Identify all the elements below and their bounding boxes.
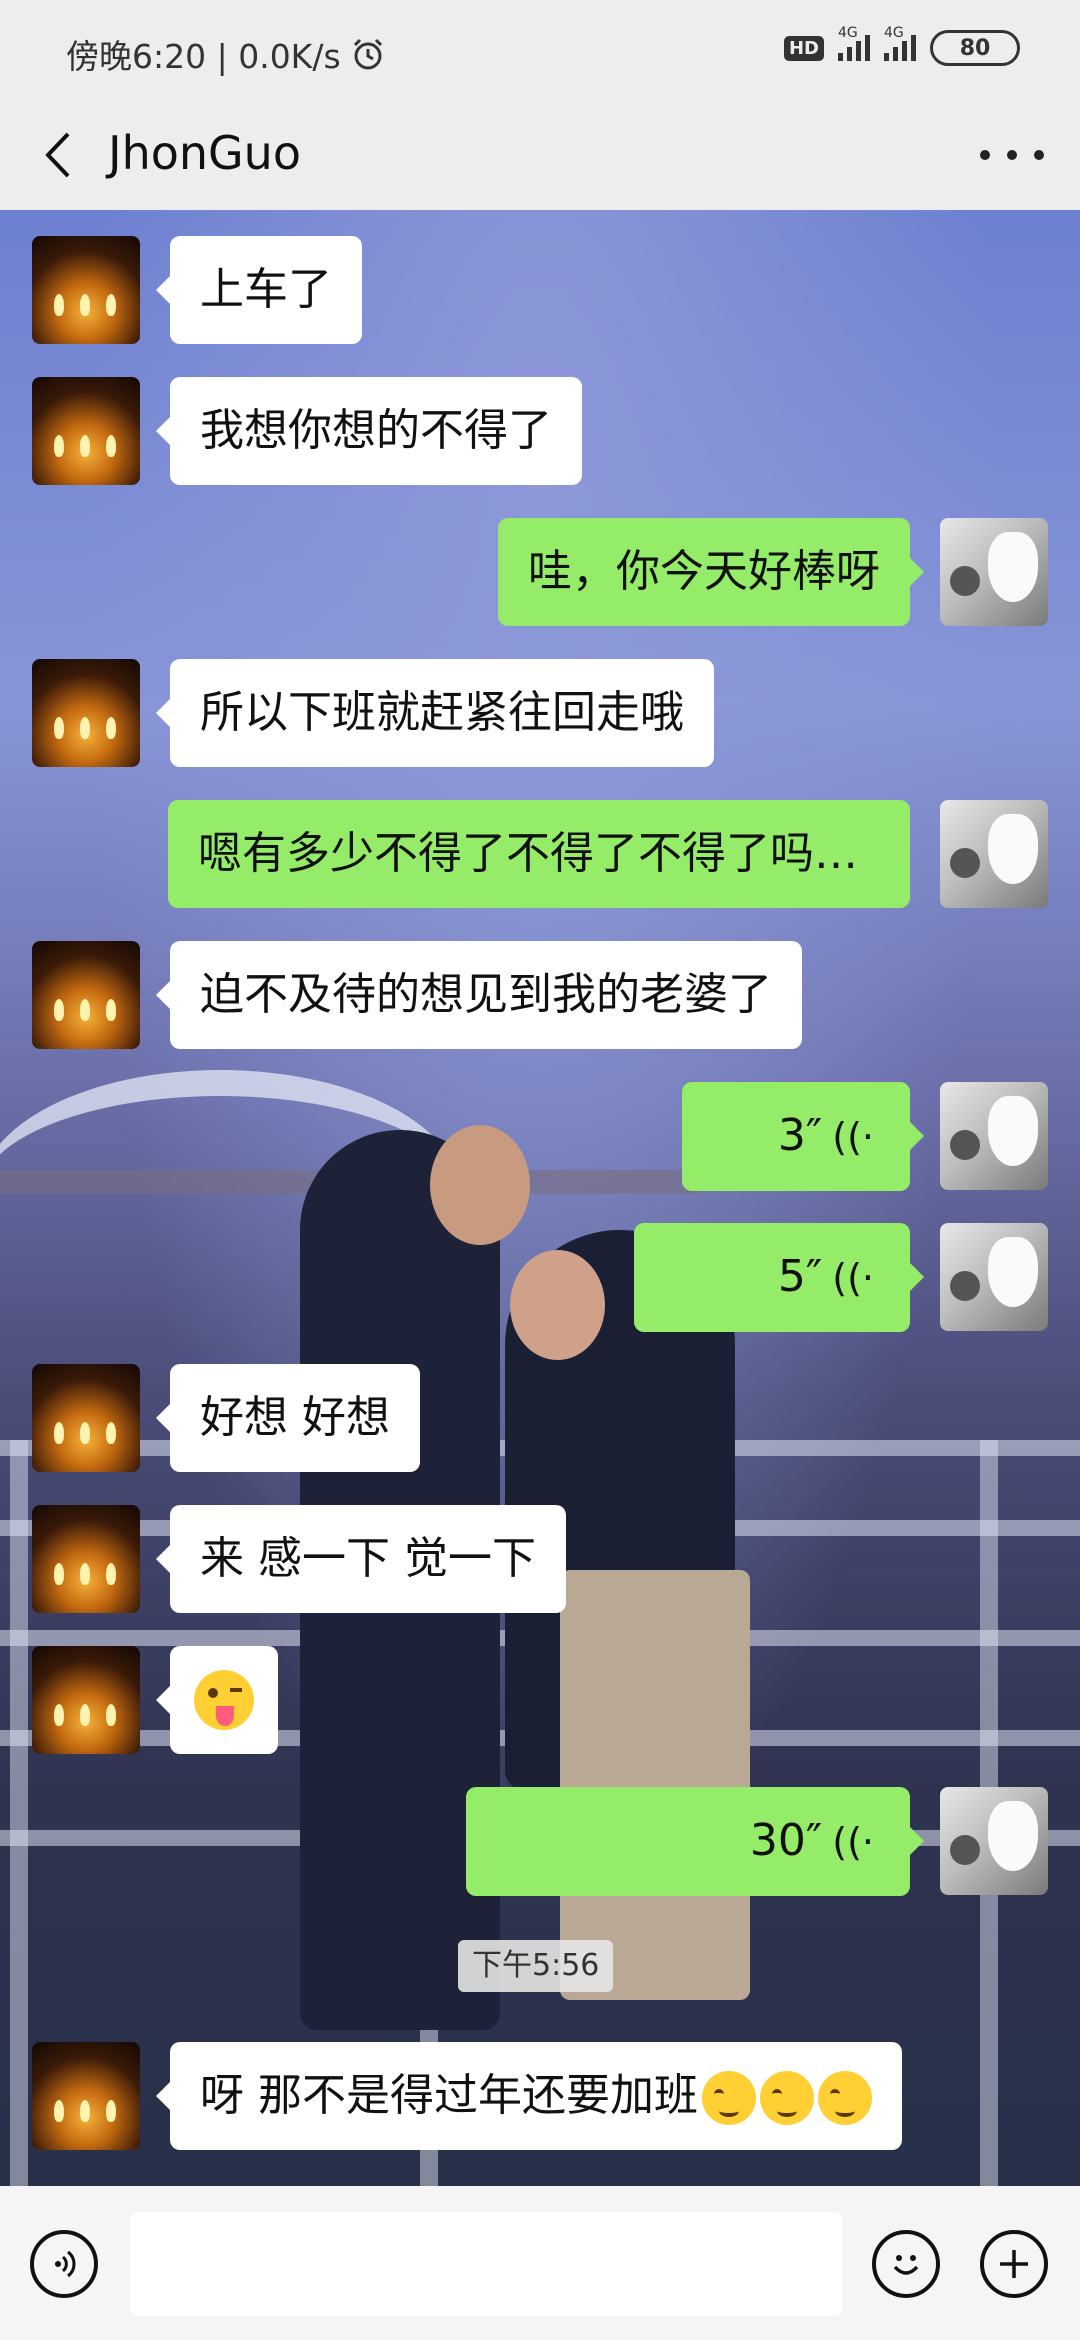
plus-icon[interactable] [980,2230,1048,2298]
emoji-icon[interactable] [872,2230,940,2298]
contact-avatar[interactable] [32,236,140,344]
voice-message[interactable]: 5″ ((· [634,1223,924,1332]
contact-avatar[interactable] [32,1364,140,1472]
alarm-icon [353,38,382,70]
hd-badge: HD [783,35,824,61]
battery-icon: 80 [930,30,1020,66]
outgoing-message[interactable]: 嗯有多少不得了不得了不得了吗… [168,800,910,908]
voice-message[interactable]: 30″ ((· [466,1787,924,1896]
voice-duration: 3″ [777,1110,823,1161]
incoming-message[interactable]: 来 感一下 觉一下 [156,1505,566,1613]
signal-icon-1: 4G [838,25,870,61]
my-avatar[interactable] [940,1223,1048,1331]
status-time: 傍晚6:20 | 0.0K/s [66,37,341,76]
message-input[interactable] [130,2212,842,2316]
incoming-message[interactable]: 迫不及待的想见到我的老婆了 [156,941,802,1049]
voice-duration: 30″ [749,1815,823,1866]
incoming-message[interactable] [156,1646,278,1754]
voice-input-icon[interactable] [30,2230,98,2298]
timestamp: 下午5:56 [458,1940,614,1992]
grimace-emoji [702,2071,756,2125]
grimace-emoji [760,2071,814,2125]
more-dots-icon[interactable] [980,130,1044,180]
status-right: HD 4G 4G 80 [783,25,1020,66]
my-avatar[interactable] [940,1787,1048,1895]
battery-level: 80 [959,35,991,61]
incoming-message[interactable]: 呀 那不是得过年还要加班 [156,2042,902,2150]
incoming-message[interactable]: 所以下班就赶紧往回走哦 [156,659,714,767]
status-left: 傍晚6:20 | 0.0K/s [66,30,385,78]
back-chevron-icon[interactable] [32,128,82,182]
contact-avatar[interactable] [32,1505,140,1613]
message-text: 呀 那不是得过年还要加班 [200,2070,698,2121]
grimace-emoji [818,2071,872,2125]
chat-header: JhonGuo [0,100,1080,210]
contact-avatar[interactable] [32,941,140,1049]
chat-title: JhonGuo [108,126,301,180]
contact-avatar[interactable] [32,377,140,485]
voice-message[interactable]: 3″ ((· [682,1082,924,1191]
winking-tongue-emoji [194,1670,254,1730]
incoming-message[interactable]: 上车了 [156,236,362,344]
input-bar [0,2186,1080,2340]
signal-icon-2: 4G [884,25,916,61]
outgoing-message[interactable]: 哇，你今天好棒呀 [498,518,924,626]
contact-avatar[interactable] [32,659,140,767]
my-avatar[interactable] [940,1082,1048,1190]
voice-wave-icon: ((· [832,1820,874,1864]
contact-avatar[interactable] [32,2042,140,2150]
chat-area[interactable]: 上车了 我想你想的不得了 哇，你今天好棒呀 所以下班就赶紧往回走哦 嗯有多少不得… [0,210,1080,2186]
voice-wave-icon: ((· [832,1115,874,1159]
voice-duration: 5″ [777,1251,823,1302]
incoming-message[interactable]: 好想 好想 [156,1364,420,1472]
my-avatar[interactable] [940,800,1048,908]
network-label-2: 4G [884,25,904,41]
incoming-message[interactable]: 我想你想的不得了 [156,377,582,485]
my-avatar[interactable] [940,518,1048,626]
contact-avatar[interactable] [32,1646,140,1754]
voice-wave-icon: ((· [832,1256,874,1300]
status-bar: 傍晚6:20 | 0.0K/s HD 4G 4G 80 [0,0,1080,100]
network-label-1: 4G [838,25,858,41]
